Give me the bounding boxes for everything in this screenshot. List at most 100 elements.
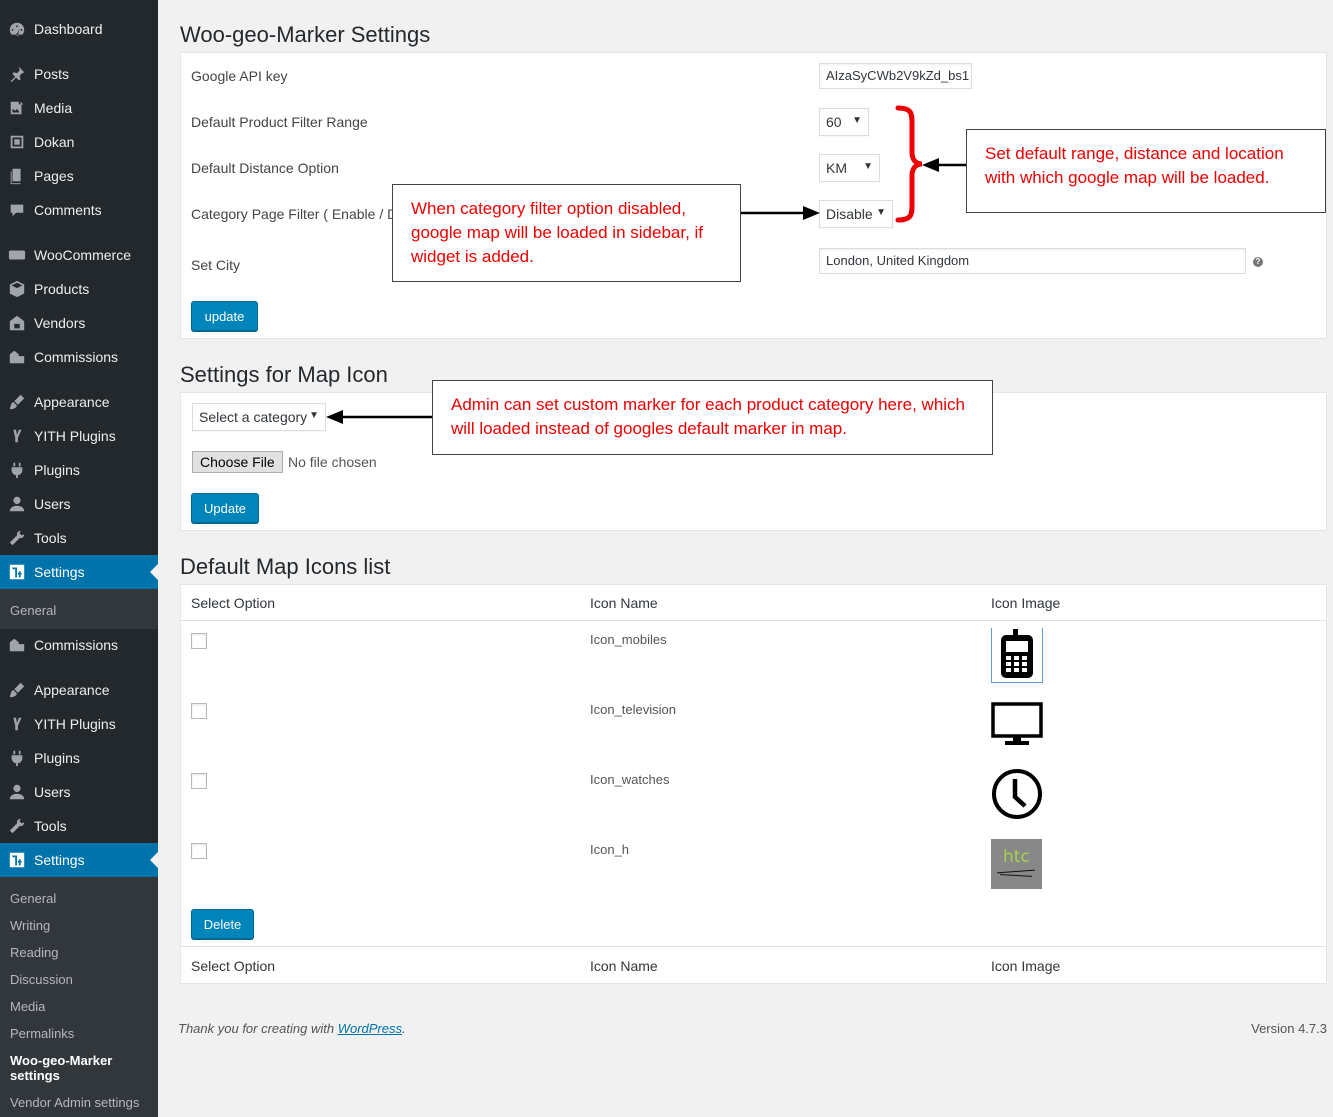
col-icon-name-footer[interactable]: Icon Name bbox=[590, 958, 658, 974]
menu-label: Posts bbox=[34, 66, 70, 82]
submenu-permalinks[interactable]: Permalinks bbox=[10, 1026, 74, 1041]
row-checkbox[interactable] bbox=[191, 773, 207, 789]
settings-icon bbox=[0, 563, 34, 581]
plugin-icon bbox=[0, 461, 34, 479]
menu-plugins[interactable]: Plugins bbox=[0, 453, 158, 487]
menu-label: Plugins bbox=[34, 750, 80, 766]
col-select-option[interactable]: Select Option bbox=[191, 595, 275, 611]
row-checkbox[interactable] bbox=[191, 843, 207, 859]
plugin-icon bbox=[0, 749, 34, 767]
menu-woocommerce[interactable]: WooCommerce bbox=[0, 238, 158, 272]
menu-label: Dashboard bbox=[34, 21, 103, 37]
menu-users-2[interactable]: Users bbox=[0, 775, 158, 809]
choose-file-button[interactable]: Choose File bbox=[192, 451, 283, 473]
delete-button[interactable]: Delete bbox=[191, 909, 254, 939]
menu-dokan[interactable]: Dokan bbox=[0, 125, 158, 159]
settings-icon bbox=[0, 851, 34, 869]
menu-users[interactable]: Users bbox=[0, 487, 158, 521]
menu-appearance-2[interactable]: Appearance bbox=[0, 673, 158, 707]
update-map-icon-button[interactable]: Update bbox=[191, 493, 259, 523]
menu-products[interactable]: Products bbox=[0, 272, 158, 306]
menu-label: Tools bbox=[34, 530, 67, 546]
menu-label: Tools bbox=[34, 818, 67, 834]
col-icon-image[interactable]: Icon Image bbox=[991, 595, 1060, 611]
menu-posts[interactable]: Posts bbox=[0, 57, 158, 91]
menu-yith[interactable]: YITH Plugins bbox=[0, 419, 158, 453]
media-icon bbox=[0, 99, 34, 117]
submenu-general[interactable]: General bbox=[10, 603, 56, 618]
col-icon-name[interactable]: Icon Name bbox=[590, 595, 658, 611]
col-icon-image-footer[interactable]: Icon Image bbox=[991, 958, 1060, 974]
arrow-left-icon bbox=[326, 410, 434, 424]
submenu-media[interactable]: Media bbox=[10, 999, 45, 1014]
clock-icon bbox=[991, 768, 1043, 820]
menu-yith-2[interactable]: YITH Plugins bbox=[0, 707, 158, 741]
icon-name-cell: Icon_television bbox=[590, 702, 676, 717]
menu-vendors[interactable]: Vendors bbox=[0, 306, 158, 340]
submenu-reading[interactable]: Reading bbox=[10, 945, 58, 960]
menu-label: Vendors bbox=[34, 315, 86, 331]
settings-submenu-1: General bbox=[0, 589, 158, 629]
commissions-icon bbox=[0, 348, 34, 366]
menu-dashboard[interactable]: Dashboard bbox=[0, 12, 158, 46]
menu-commissions-2[interactable]: Commissions bbox=[0, 628, 158, 662]
submenu-writing[interactable]: Writing bbox=[10, 918, 50, 933]
curly-brace-icon bbox=[895, 105, 923, 223]
menu-pages[interactable]: Pages bbox=[0, 159, 158, 193]
submenu-vendor-admin[interactable]: Vendor Admin settings bbox=[10, 1095, 139, 1110]
menu-comments[interactable]: Comments bbox=[0, 193, 158, 227]
menu-media[interactable]: Media bbox=[0, 91, 158, 125]
table-footer-divider bbox=[181, 946, 1326, 947]
menu-settings[interactable]: Settings bbox=[0, 555, 158, 589]
wrench-icon bbox=[0, 529, 34, 547]
menu-label: Settings bbox=[34, 852, 85, 868]
distance-label: Default Distance Option bbox=[191, 160, 339, 176]
brush-icon bbox=[0, 681, 34, 699]
distance-select[interactable]: KM ▼ bbox=[819, 154, 880, 182]
menu-label: Plugins bbox=[34, 462, 80, 478]
arrow-left-icon bbox=[922, 158, 968, 172]
submenu-discussion[interactable]: Discussion bbox=[10, 972, 73, 987]
category-select[interactable]: Select a category ▼ bbox=[192, 403, 326, 431]
menu-tools-2[interactable]: Tools bbox=[0, 809, 158, 843]
menu-tools[interactable]: Tools bbox=[0, 521, 158, 555]
row-checkbox[interactable] bbox=[191, 703, 207, 719]
help-icon[interactable]: ? bbox=[1253, 257, 1263, 267]
menu-commissions[interactable]: Commissions bbox=[0, 340, 158, 374]
menu-label: Commissions bbox=[34, 637, 119, 653]
menu-appearance[interactable]: Appearance bbox=[0, 385, 158, 419]
submenu-general-2[interactable]: General bbox=[10, 891, 56, 906]
menu-plugins-2[interactable]: Plugins bbox=[0, 741, 158, 775]
callout-defaults: Set default range, distance and location… bbox=[966, 129, 1326, 213]
range-select[interactable]: 60 ▼ bbox=[819, 108, 869, 136]
pages-icon bbox=[0, 167, 34, 185]
footer-period: . bbox=[402, 1021, 406, 1036]
range-value: 60 bbox=[826, 114, 842, 130]
menu-label: Media bbox=[34, 100, 73, 116]
menu-label: Dokan bbox=[34, 134, 75, 150]
col-select-option-footer[interactable]: Select Option bbox=[191, 958, 275, 974]
dokan-icon bbox=[0, 133, 34, 151]
wrench-icon bbox=[0, 817, 34, 835]
submenu-woo-geo-marker[interactable]: Woo-geo-Marker settings bbox=[10, 1053, 130, 1083]
footer-thanks: Thank you for creating with WordPress. bbox=[178, 1021, 406, 1036]
row-checkbox[interactable] bbox=[191, 633, 207, 649]
icon-name-cell: Icon_watches bbox=[590, 772, 670, 787]
api-key-input[interactable]: AIzaSyCWb2V9kZd_bs1 bbox=[819, 63, 972, 89]
category-filter-select[interactable]: Disable ▼ bbox=[819, 200, 893, 228]
menu-label: YITH Plugins bbox=[34, 716, 116, 732]
category-select-value: Select a category bbox=[199, 409, 308, 425]
woo-icon bbox=[0, 246, 34, 264]
table-header-divider bbox=[181, 620, 1326, 621]
map-icon-title: Settings for Map Icon bbox=[180, 362, 388, 387]
menu-settings-2[interactable]: Settings bbox=[0, 843, 158, 877]
dropdown-arrow-icon: ▼ bbox=[852, 115, 862, 126]
update-settings-button[interactable]: update bbox=[191, 301, 258, 331]
wordpress-link[interactable]: WordPress bbox=[338, 1021, 402, 1036]
distance-value: KM bbox=[826, 160, 847, 176]
menu-label: Users bbox=[34, 496, 71, 512]
city-input[interactable]: London, United Kingdom bbox=[819, 248, 1246, 274]
admin-sidebar: Dashboard Posts Media Dokan Pages Commen… bbox=[0, 0, 158, 1117]
user-icon bbox=[0, 783, 34, 801]
arrow-right-icon bbox=[741, 206, 820, 220]
